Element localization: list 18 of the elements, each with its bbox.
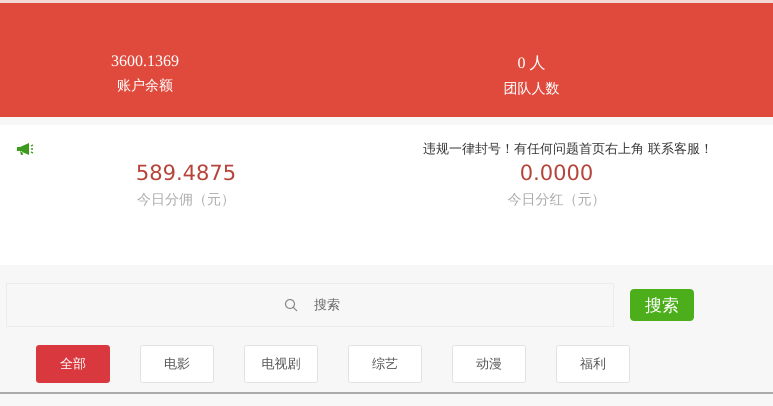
search-field[interactable]: 搜索 [6, 283, 614, 327]
category-tab[interactable]: 福利 [556, 345, 630, 383]
category-tab[interactable]: 电影 [140, 345, 214, 383]
category-tab[interactable]: 电视剧 [244, 345, 318, 383]
today-value: 0.0000 [520, 161, 594, 185]
category-tab[interactable]: 综艺 [348, 345, 422, 383]
today-label: 今日分红（元） [508, 191, 606, 209]
today-value: 589.4875 [136, 161, 236, 185]
today-label: 今日分佣（元） [137, 191, 235, 209]
category-tab[interactable]: 全部 [36, 345, 110, 383]
notice-text: 违规一律封号！有任何问题首页右上角 联系客服！ [422, 141, 713, 158]
stat-label: 团队人数 [504, 80, 560, 98]
stat-value: 3600.1369 [111, 53, 179, 71]
category-tab[interactable]: 动漫 [452, 345, 526, 383]
megaphone-icon [16, 142, 34, 156]
stat-value: 0 人 [518, 54, 546, 74]
stat-label: 账户余额 [117, 77, 173, 95]
search-icon [284, 298, 298, 312]
